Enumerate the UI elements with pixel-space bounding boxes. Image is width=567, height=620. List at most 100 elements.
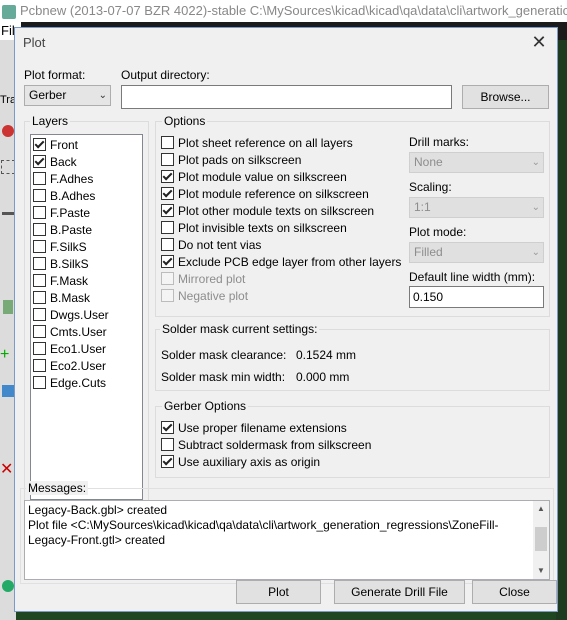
layer-item[interactable]: F.Paste xyxy=(33,205,90,222)
layer-item[interactable]: Eco2.User xyxy=(33,358,106,375)
layer-checkbox[interactable] xyxy=(33,223,46,236)
generate-drill-file-button[interactable]: Generate Drill File xyxy=(334,580,465,604)
plot-mode-select[interactable]: Filled ⌄ xyxy=(409,242,544,263)
option-checkbox[interactable] xyxy=(161,153,174,166)
layer-item[interactable]: Back xyxy=(33,154,77,171)
layer-checkbox[interactable] xyxy=(33,291,46,304)
option-checkbox[interactable] xyxy=(161,170,174,183)
gerber-option-item[interactable]: Use auxiliary axis as origin xyxy=(161,454,320,471)
layer-checkbox[interactable] xyxy=(33,308,46,321)
layer-checkbox[interactable] xyxy=(33,342,46,355)
layer-item[interactable]: F.Adhes xyxy=(33,171,93,188)
option-label: Mirrored plot xyxy=(178,272,246,286)
output-dir-input[interactable] xyxy=(121,85,452,109)
browse-button[interactable]: Browse... xyxy=(462,85,549,109)
layer-checkbox[interactable] xyxy=(33,274,46,287)
plot-mode-value: Filled xyxy=(414,245,443,259)
layer-checkbox[interactable] xyxy=(33,240,46,253)
layer-item[interactable]: F.SilkS xyxy=(33,239,87,256)
plot-dialog: Plot ✕ Plot format: Gerber ⌄ Output dire… xyxy=(14,27,558,612)
chevron-down-icon: ⌄ xyxy=(531,157,540,168)
option-checkbox[interactable] xyxy=(161,238,174,251)
layer-item[interactable]: Dwgs.User xyxy=(33,307,109,324)
close-icon[interactable]: ✕ xyxy=(527,31,551,53)
layer-item[interactable]: B.Adhes xyxy=(33,188,95,205)
option-checkbox[interactable] xyxy=(161,187,174,200)
plot-format-select[interactable]: Gerber ⌄ xyxy=(24,85,111,106)
option-checkbox[interactable] xyxy=(161,221,174,234)
layer-label: Dwgs.User xyxy=(50,308,109,322)
layer-checkbox[interactable] xyxy=(33,155,46,168)
solder-clearance-value: 0.1524 mm xyxy=(296,348,357,362)
scroll-up-icon[interactable]: ▲ xyxy=(533,501,549,517)
layer-checkbox[interactable] xyxy=(33,257,46,270)
via-icon[interactable] xyxy=(2,580,14,592)
gerber-option-label: Subtract soldermask from silkscreen xyxy=(178,438,372,452)
layer-checkbox[interactable] xyxy=(33,138,46,151)
drill-marks-select[interactable]: None ⌄ xyxy=(409,152,544,173)
layer-item[interactable]: Eco1.User xyxy=(33,341,106,358)
solder-minwidth-label: Solder mask min width: xyxy=(161,370,286,384)
solder-minwidth-value: 0.000 mm xyxy=(296,370,350,384)
layer-item[interactable]: Front xyxy=(33,137,78,154)
layer-checkbox[interactable] xyxy=(33,189,46,202)
layer-label: Eco1.User xyxy=(50,342,107,356)
gerber-option-checkbox[interactable] xyxy=(161,438,174,451)
layer-checkbox[interactable] xyxy=(33,359,46,372)
gerber-options-title: Gerber Options xyxy=(162,399,249,413)
option-checkbox[interactable] xyxy=(161,204,174,217)
option-checkbox[interactable] xyxy=(161,272,174,285)
option-item[interactable]: Mirrored plot xyxy=(161,271,245,288)
layer-item[interactable]: Edge.Cuts xyxy=(33,375,106,392)
messages-text: Legacy-Back.gbl> created Plot file <C:\M… xyxy=(28,503,499,547)
ruler-icon[interactable] xyxy=(2,212,14,215)
layer-label: Back xyxy=(50,155,77,169)
layers-list[interactable]: Front Back F.Adhes B.Adhes F.Paste B.Paste F.S… xyxy=(30,134,143,500)
line-width-label: Default line width (mm): xyxy=(409,270,536,284)
layer-label: B.SilkS xyxy=(50,257,89,271)
option-label: Do not tent vias xyxy=(178,238,262,252)
option-checkbox[interactable] xyxy=(161,136,174,149)
module-icon[interactable] xyxy=(2,385,14,397)
gerber-option-checkbox[interactable] xyxy=(161,455,174,468)
option-item[interactable]: Negative plot xyxy=(161,288,248,305)
option-label: Plot sheet reference on all layers xyxy=(178,136,353,150)
drc-icon[interactable] xyxy=(2,125,14,137)
option-label: Plot invisible texts on silkscreen xyxy=(178,221,347,235)
layer-checkbox[interactable] xyxy=(33,172,46,185)
plot-button[interactable]: Plot xyxy=(236,580,321,604)
gerber-option-item[interactable]: Subtract soldermask from silkscreen xyxy=(161,437,371,454)
messages-box[interactable]: Legacy-Back.gbl> created Plot file <C:\M… xyxy=(24,500,550,580)
layer-checkbox[interactable] xyxy=(33,376,46,389)
layer-item[interactable]: B.SilkS xyxy=(33,256,89,273)
line-width-input[interactable]: 0.150 xyxy=(409,286,544,308)
layer-item[interactable]: F.Mask xyxy=(33,273,88,290)
option-item[interactable]: Plot pads on silkscreen xyxy=(161,152,301,169)
option-item[interactable]: Plot invisible texts on silkscreen xyxy=(161,220,347,237)
option-checkbox[interactable] xyxy=(161,255,174,268)
layer-item[interactable]: B.Mask xyxy=(33,290,90,307)
messages-scrollbar[interactable]: ▲ ▼ xyxy=(533,501,549,579)
option-label: Plot module value on silkscreen xyxy=(178,170,347,184)
option-item[interactable]: Plot module reference on silkscreen xyxy=(161,186,369,203)
option-item[interactable]: Do not tent vias xyxy=(161,237,261,254)
option-item[interactable]: Plot other module texts on silkscreen xyxy=(161,203,374,220)
grid-icon[interactable] xyxy=(1,160,15,174)
scroll-thumb[interactable] xyxy=(535,527,547,551)
layer-checkbox[interactable] xyxy=(33,325,46,338)
close-button[interactable]: Close xyxy=(472,580,557,604)
scroll-down-icon[interactable]: ▼ xyxy=(533,563,549,579)
layer-item[interactable]: B.Paste xyxy=(33,222,92,239)
layer-checkbox[interactable] xyxy=(33,206,46,219)
plot-mode-label: Plot mode: xyxy=(409,225,467,239)
option-item[interactable]: Exclude PCB edge layer from other layers xyxy=(161,254,401,271)
highlight-icon[interactable] xyxy=(3,300,13,314)
gerber-option-checkbox[interactable] xyxy=(161,421,174,434)
options-title: Options xyxy=(162,114,208,128)
option-checkbox[interactable] xyxy=(161,289,174,302)
gerber-option-item[interactable]: Use proper filename extensions xyxy=(161,420,347,437)
layer-item[interactable]: Cmts.User xyxy=(33,324,107,341)
option-item[interactable]: Plot module value on silkscreen xyxy=(161,169,347,186)
scaling-select[interactable]: 1:1 ⌄ xyxy=(409,197,544,218)
option-item[interactable]: Plot sheet reference on all layers xyxy=(161,135,353,152)
